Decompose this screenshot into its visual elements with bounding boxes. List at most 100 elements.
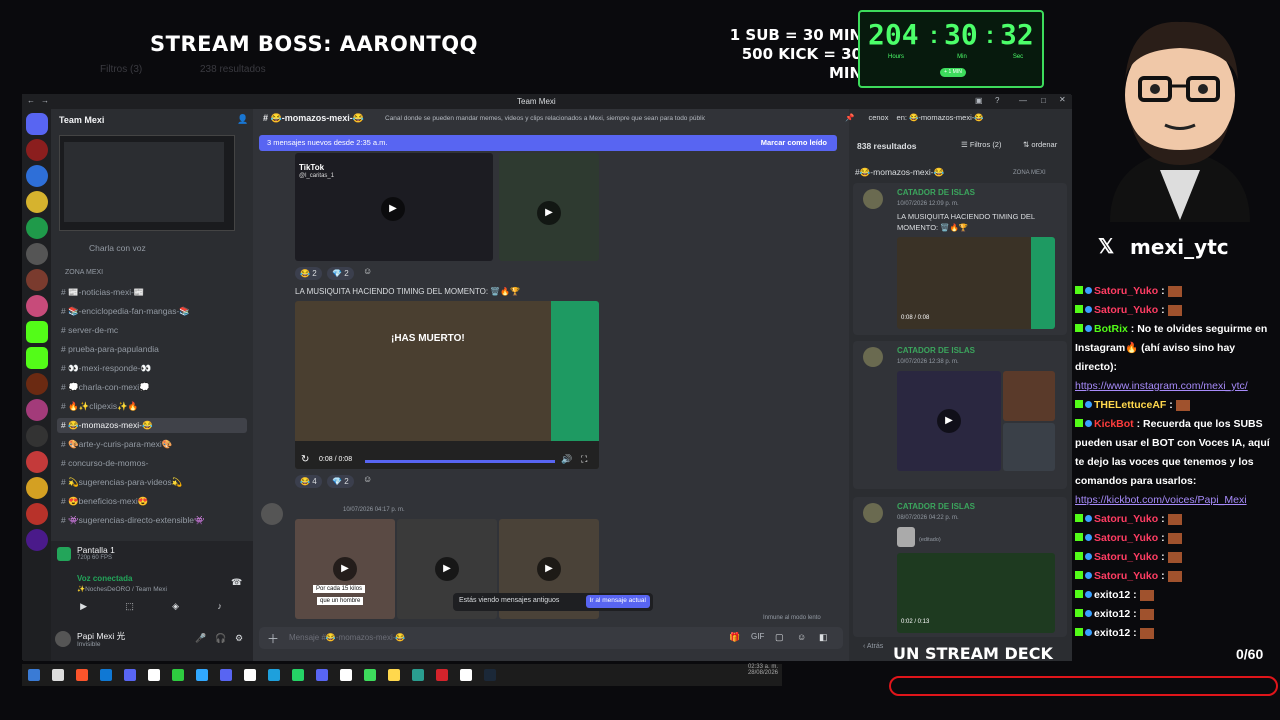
chat-link[interactable]: https://www.instagram.com/mexi_ytc/	[1075, 380, 1248, 392]
taskbar-app-icon[interactable]	[484, 669, 496, 681]
mic-icon[interactable]: 🎤	[195, 633, 206, 644]
discord-home-icon[interactable]	[26, 113, 48, 135]
video-progress[interactable]	[365, 460, 555, 463]
play-icon[interactable]: ▶	[537, 557, 561, 581]
chat-username[interactable]: Satoru_Yuko	[1094, 551, 1158, 563]
soundboard-icon[interactable]: ♪	[217, 601, 222, 615]
chat-link[interactable]: https://kickbot.com/voices/Papi_Mexi	[1075, 494, 1247, 506]
taskbar-app-icon[interactable]	[388, 669, 400, 681]
filters-button[interactable]: ☰ Filtros (2)	[961, 140, 1001, 149]
sort-button[interactable]: ⇅ ordenar	[1023, 140, 1057, 149]
server-icon[interactable]	[26, 399, 48, 421]
server-icon[interactable]	[26, 451, 48, 473]
volume-icon[interactable]: 🔊	[561, 454, 572, 465]
chat-username[interactable]: exito12	[1094, 608, 1130, 620]
taskbar-app-icon[interactable]	[196, 669, 208, 681]
chat-username[interactable]: Satoru_Yuko	[1094, 532, 1158, 544]
channel-item[interactable]: # 👾sugerencias-directo-extensible👾	[57, 513, 247, 528]
server-icon[interactable]	[26, 243, 48, 265]
add-reaction-icon[interactable]: ☺	[363, 266, 372, 276]
chat-username[interactable]: KickBot	[1094, 418, 1134, 430]
settings-gear-icon[interactable]: ⚙	[235, 633, 243, 644]
camera-icon[interactable]: ▶	[80, 601, 87, 615]
taskbar-app-icon[interactable]	[52, 669, 64, 681]
sticker-icon[interactable]: ▢	[775, 632, 784, 643]
channel-item[interactable]: # 😍beneficios-mexi😍	[57, 494, 247, 509]
channel-item[interactable]: # 🔥✨clipexis✨🔥	[57, 399, 247, 414]
chat-username[interactable]: exito12	[1094, 589, 1130, 601]
reaction-diamond[interactable]: 💎 2	[327, 267, 354, 280]
server-name[interactable]: Team Mexi	[59, 115, 104, 125]
chat-username[interactable]: Satoru_Yuko	[1094, 304, 1158, 316]
chat-username[interactable]: THELettuceAF	[1094, 399, 1166, 411]
add-member-icon[interactable]: 👤	[237, 114, 248, 125]
search-result[interactable]: CATADOR DE ISLAS 08/07/2026 04:22 p. m. …	[853, 497, 1067, 637]
activity-icon[interactable]: ◈	[172, 601, 179, 615]
tiktok-video[interactable]: TikTok @l_caritas_1 ▶	[295, 153, 493, 261]
reaction-laugh[interactable]: 😂 2	[295, 267, 322, 280]
channel-item[interactable]: # concurso-de-momos-	[57, 456, 247, 470]
server-icon[interactable]	[26, 269, 48, 291]
server-icon[interactable]	[26, 139, 48, 161]
taskbar-app-icon[interactable]	[436, 669, 448, 681]
search-result[interactable]: CATADOR DE ISLAS 10/07/2026 12:09 p. m. …	[853, 183, 1067, 335]
replay-icon[interactable]: ↻	[301, 454, 309, 465]
headphones-icon[interactable]: 🎧	[215, 633, 226, 644]
chat-username[interactable]: Satoru_Yuko	[1094, 570, 1158, 582]
search-box[interactable]: 📌 cenox en: 😂-momazos-mexi-😂	[845, 113, 984, 122]
stream-preview[interactable]	[59, 135, 235, 231]
channel-item[interactable]: # 😂-momazos-mexi-😂	[57, 418, 247, 433]
chat-username[interactable]: Satoru_Yuko	[1094, 513, 1158, 525]
back-arrow-icon[interactable]: ←	[27, 96, 35, 105]
add-attachment-icon[interactable]: ＋	[267, 630, 279, 647]
minecraft-video[interactable]: ¡HAS MUERTO! ↻ 0:08 / 0:08 🔊 ⛶	[295, 301, 599, 469]
results-channel[interactable]: #😂-momazos-mexi-😂	[855, 167, 944, 178]
taskbar-app-icon[interactable]	[172, 669, 184, 681]
server-icon[interactable]	[26, 373, 48, 395]
search-result[interactable]: CATADOR DE ISLAS 10/07/2026 12:38 p. m. …	[853, 341, 1067, 489]
kick-icon[interactable]	[26, 321, 48, 343]
video-attachment[interactable]: ▶	[499, 153, 599, 261]
channel-item[interactable]: # 💫sugerencias-para-videos💫	[57, 475, 247, 490]
taskbar-app-icon[interactable]	[28, 669, 40, 681]
taskbar-app-icon[interactable]	[292, 669, 304, 681]
channel-item[interactable]: # 💭charla-con-mexi💭	[57, 380, 247, 395]
channel-item[interactable]: # prueba-para-papulandia	[57, 342, 247, 356]
category-zona-mexi[interactable]: ZONA MEXI	[65, 269, 103, 276]
taskbar-app-icon[interactable]	[316, 669, 328, 681]
taskbar-app-icon[interactable]	[220, 669, 232, 681]
channel-item[interactable]: # 🎨arte-y-curis-para-mexi🎨	[57, 437, 247, 452]
fullscreen-icon[interactable]: ⛶	[581, 454, 587, 465]
channel-item[interactable]: # 📚-enciclopedia-fan-mangas-📚	[57, 304, 247, 319]
channel-item[interactable]: # 📰-noticias-mexi-📰	[57, 285, 247, 300]
taskbar-app-icon[interactable]	[148, 669, 160, 681]
voice-location[interactable]: ✨NochesDeORO / Team Mexi	[77, 585, 167, 593]
gif-icon[interactable]: GIF	[751, 632, 764, 641]
add-reaction-icon[interactable]: ☺	[363, 474, 372, 484]
result-video[interactable]: ▶	[897, 371, 1001, 471]
video-attachment[interactable]: ▶ Por cada 15 kilos que un hombre	[295, 519, 395, 619]
reaction-laugh[interactable]: 😂 4	[295, 475, 322, 488]
taskbar-app-icon[interactable]	[460, 669, 472, 681]
gift-icon[interactable]: 🎁	[729, 632, 740, 643]
apps-icon[interactable]: ◧	[819, 632, 828, 643]
result-video[interactable]: 0:02 / 0:13	[897, 553, 1055, 633]
result-video[interactable]	[1003, 423, 1055, 471]
message-composer[interactable]: ＋ Mensaje #😂-momazos-mexi-😂 🎁 GIF ▢ ☺ ◧	[259, 627, 843, 649]
taskbar-app-icon[interactable]	[364, 669, 376, 681]
channel-item[interactable]: # 👀-mexi-responde-👀	[57, 361, 247, 376]
server-icon[interactable]	[26, 191, 48, 213]
server-icon[interactable]	[26, 529, 48, 551]
server-icon[interactable]	[26, 217, 48, 239]
taskbar-app-icon[interactable]	[268, 669, 280, 681]
voice-channel-name[interactable]: Charla con voz	[89, 243, 146, 253]
chat-username[interactable]: Satoru_Yuko	[1094, 285, 1158, 297]
play-icon[interactable]: ▶	[381, 197, 405, 221]
server-icon[interactable]	[26, 477, 48, 499]
kick-icon[interactable]	[26, 347, 48, 369]
avatar[interactable]	[261, 503, 283, 525]
result-video[interactable]	[1003, 371, 1055, 421]
taskbar-app-icon[interactable]	[340, 669, 352, 681]
result-video[interactable]: 0:08 / 0:08	[897, 237, 1055, 329]
taskbar-app-icon[interactable]	[124, 669, 136, 681]
